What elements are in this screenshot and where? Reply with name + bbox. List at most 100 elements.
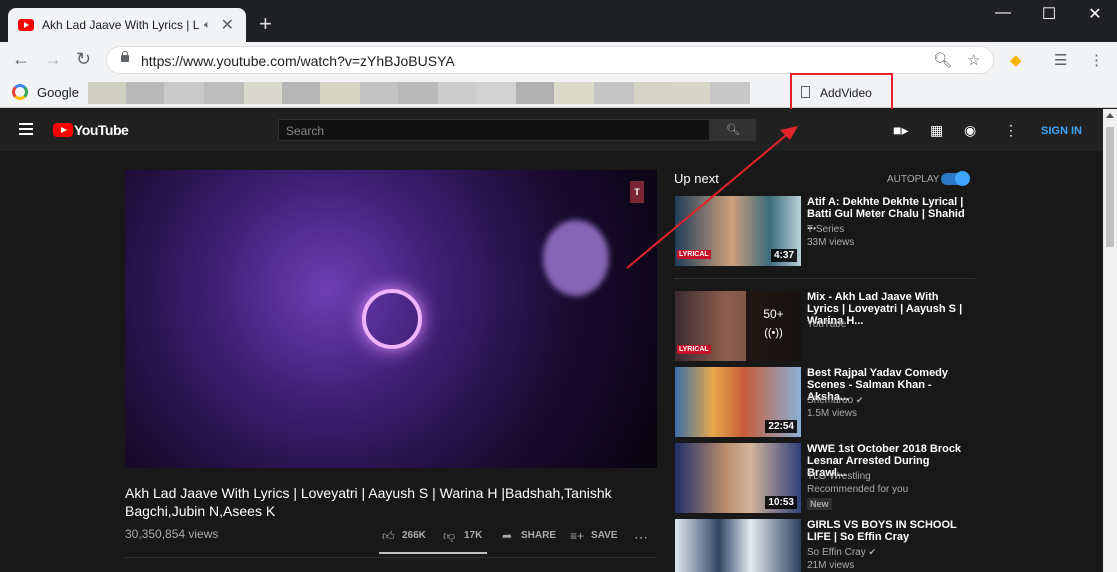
video-title: Akh Lad Jaave With Lyrics | Loveyatri | … xyxy=(125,485,612,519)
like-ratio-fill xyxy=(379,552,487,554)
url-text: https://www.youtube.com/watch?v=zYhBJoBU… xyxy=(141,53,455,69)
channel-name-text: So Effin Cray xyxy=(807,547,866,558)
scroll-up-icon[interactable] xyxy=(1106,113,1114,118)
redacted-bookmark xyxy=(88,82,126,104)
glowing-ring xyxy=(362,289,422,349)
video-thumbnail[interactable]: 10:53 xyxy=(675,443,801,513)
youtube-logo-icon[interactable] xyxy=(53,123,73,137)
autoplay-label: AUTOPLAY xyxy=(887,174,940,185)
separator xyxy=(674,278,975,279)
incognito-icon[interactable]: ☰ xyxy=(1054,51,1067,69)
video-views: 21M views xyxy=(807,560,855,571)
menu-icon[interactable] xyxy=(19,123,33,135)
thumbnail-tag: LYRICAL xyxy=(677,250,711,259)
channel-name-text: Shemaroo xyxy=(807,395,854,406)
close-tab-icon[interactable]: ✕ xyxy=(221,15,234,35)
browser-tab[interactable]: Akh Lad Jaave With Lyrics | L 🔈︎ ✕ xyxy=(8,8,246,42)
broadcast-icon: ((•)) xyxy=(764,327,783,339)
maximize-icon[interactable]: ☐ xyxy=(1026,4,1072,24)
bokeh-light xyxy=(543,220,609,296)
create-video-icon[interactable]: ■▸ xyxy=(893,122,908,139)
back-icon[interactable]: ← xyxy=(12,49,30,70)
settings-more-icon[interactable]: ⋮ xyxy=(1004,122,1018,139)
like-icon[interactable]: 👍︎ xyxy=(382,529,395,544)
video-thumbnail[interactable]: LYRICAL 4:37 xyxy=(675,196,801,266)
minimize-icon[interactable]: — xyxy=(980,4,1026,22)
redacted-bookmark xyxy=(710,82,750,104)
video-views: 33M views xyxy=(807,237,855,248)
channel-name[interactable]: T-Series xyxy=(807,224,844,235)
youtube-logo-text[interactable]: YouTube xyxy=(74,122,129,138)
tab-title: Akh Lad Jaave With Lyrics | L xyxy=(42,18,200,32)
verified-check-icon: ✔ xyxy=(868,547,877,557)
up-next-heading: Up next xyxy=(674,171,719,186)
thumbnail-tag: LYRICAL xyxy=(677,345,711,354)
redacted-bookmark xyxy=(126,82,164,104)
channel-name[interactable]: YouTube xyxy=(807,319,846,330)
browser-toolbar: ← → ↻ https://www.youtube.com/watch?v=zY… xyxy=(0,42,1117,78)
autoplay-toggle[interactable] xyxy=(941,171,970,186)
redacted-bookmark xyxy=(360,82,398,104)
dislike-icon[interactable]: 👎︎ xyxy=(443,529,455,544)
youtube-favicon-icon xyxy=(18,19,34,31)
redacted-bookmark xyxy=(244,82,282,104)
search-input[interactable]: Search xyxy=(278,119,710,141)
address-bar[interactable]: https://www.youtube.com/watch?v=zYhBJoBU… xyxy=(106,46,994,74)
redacted-bookmark xyxy=(282,82,320,104)
more-actions-icon[interactable]: ⋯ xyxy=(634,529,648,546)
redacted-bookmark xyxy=(634,82,672,104)
bookmark-addvideo[interactable]: AddVideo xyxy=(820,86,872,100)
video-duration: 22:54 xyxy=(765,420,797,433)
zoom-search-icon[interactable]: 🔍︎ xyxy=(933,51,952,69)
dislike-count[interactable]: 17K xyxy=(464,530,482,541)
browser-menu-icon[interactable]: ⋮ xyxy=(1089,51,1104,69)
view-count: 30,350,854 views xyxy=(125,527,219,541)
bookmark-star-icon[interactable]: ☆ xyxy=(967,51,980,69)
channel-name[interactable]: So Effin Cray ✔ xyxy=(807,547,876,558)
sign-in-button[interactable]: SIGN IN xyxy=(1041,125,1082,137)
redacted-bookmark xyxy=(320,82,360,104)
video-duration: 4:37 xyxy=(770,249,797,262)
redacted-bookmark xyxy=(554,82,594,104)
channel-name[interactable]: Shemaroo ✔ xyxy=(807,395,863,406)
bookmark-google[interactable]: Google xyxy=(37,85,79,100)
like-dislike-bar xyxy=(379,552,487,554)
google-icon xyxy=(12,84,28,100)
scroll-thumb[interactable] xyxy=(1106,127,1114,247)
forward-icon[interactable]: → xyxy=(44,49,62,70)
mix-thumbnail[interactable]: LYRICAL 50+ ((•)) xyxy=(675,291,801,361)
extension-icon[interactable]: ◆ xyxy=(1010,51,1022,69)
bookmarks-bar: Google xyxy=(0,78,1117,108)
messages-icon[interactable]: ◉ xyxy=(964,122,976,139)
save-playlist-icon[interactable]: ≡+ xyxy=(570,529,584,543)
channel-watermark-icon: T xyxy=(630,181,644,203)
search-icon: 🔍︎ xyxy=(726,124,740,136)
close-window-icon[interactable]: ✕ xyxy=(1072,4,1117,24)
page-scrollbar[interactable] xyxy=(1103,109,1117,572)
redacted-bookmark xyxy=(204,82,244,104)
mix-overlay: 50+ ((•)) xyxy=(746,291,801,361)
reload-icon[interactable]: ↻ xyxy=(76,49,91,70)
search-placeholder: Search xyxy=(286,124,325,138)
browser-tabstrip: Akh Lad Jaave With Lyrics | L 🔈︎ ✕ + — ☐… xyxy=(0,0,1117,42)
new-tab-button[interactable]: + xyxy=(259,13,272,35)
new-badge: New xyxy=(807,498,832,510)
share-icon[interactable]: ➦ xyxy=(502,529,512,543)
page-icon xyxy=(801,86,810,98)
share-button[interactable]: SHARE xyxy=(521,530,556,541)
video-thumbnail[interactable] xyxy=(675,519,801,572)
redacted-bookmark xyxy=(594,82,634,104)
save-button[interactable]: SAVE xyxy=(591,530,618,541)
video-item-title[interactable]: GIRLS VS BOYS IN SCHOOL LIFE | So Effin … xyxy=(807,519,967,543)
video-thumbnail[interactable]: 22:54 xyxy=(675,367,801,437)
channel-name[interactable]: TLG Wrestling xyxy=(807,471,871,482)
video-views: 1.5M views xyxy=(807,408,858,419)
redacted-bookmark xyxy=(398,82,438,104)
verified-check-icon: ✔ xyxy=(855,395,864,405)
mix-count: 50+ xyxy=(763,307,784,321)
apps-grid-icon[interactable]: ▦ xyxy=(930,122,943,139)
redacted-bookmark xyxy=(438,82,476,104)
speaker-icon[interactable]: 🔈︎ xyxy=(204,19,211,32)
like-count[interactable]: 266K xyxy=(402,530,426,541)
search-button[interactable]: 🔍︎ xyxy=(710,119,756,141)
